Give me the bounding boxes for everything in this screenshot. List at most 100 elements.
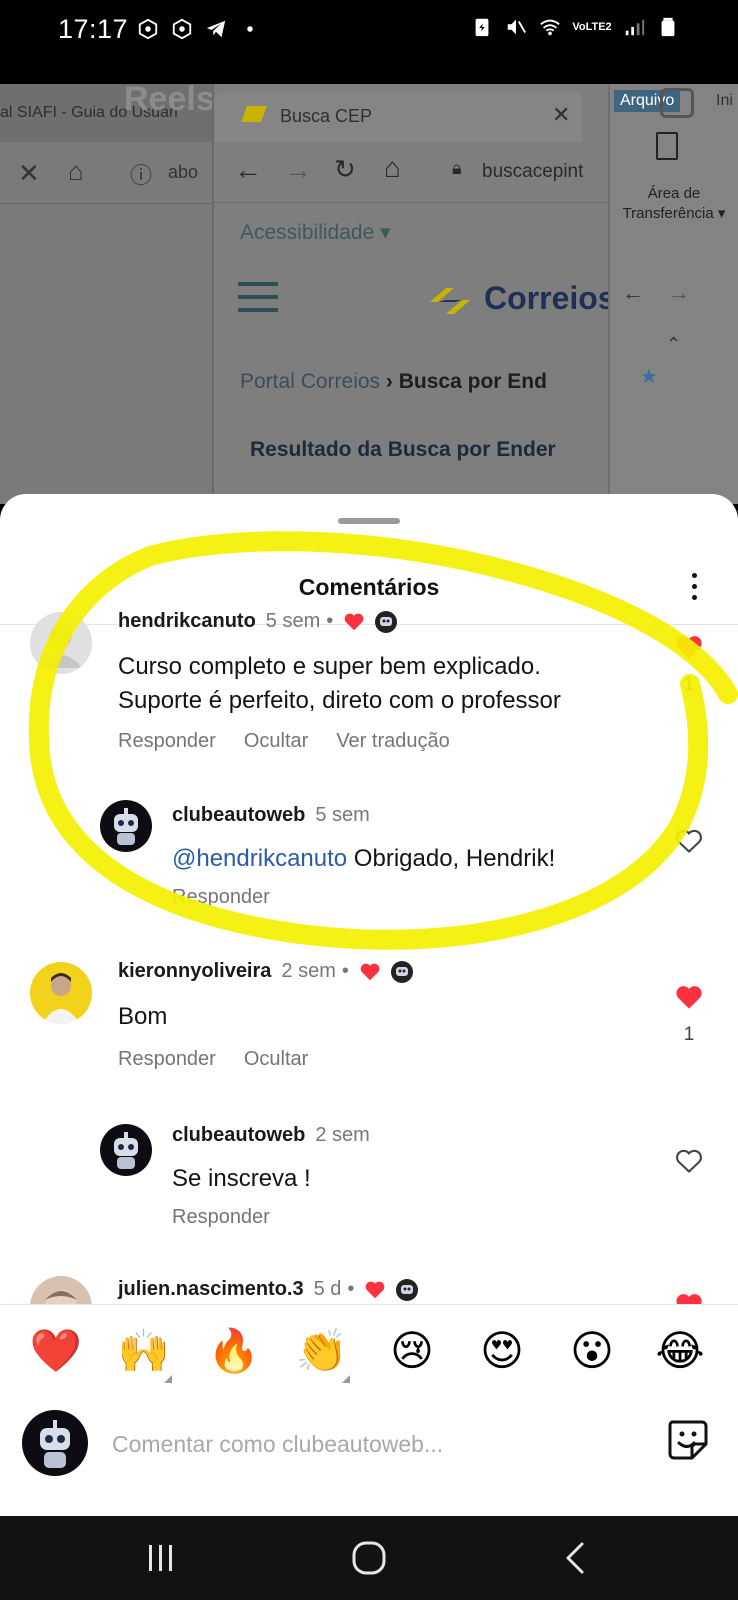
bg-left-url: abo <box>168 162 199 182</box>
comment-username[interactable]: kieronnyoliveira <box>118 960 271 983</box>
separator-dot: • <box>326 610 334 632</box>
comment-header: julien.nascimento.3 5 d • <box>118 1278 419 1301</box>
emoji-clapping-button[interactable]: 👏 <box>292 1321 352 1383</box>
info-icon: ⓘ <box>130 163 153 188</box>
reply-username[interactable]: clubeautoweb <box>172 1124 305 1147</box>
status-left-icons <box>136 16 262 42</box>
bg-reels-text: Reels <box>124 84 215 118</box>
bg-logo-text: Correios <box>484 280 616 316</box>
like-count: 1 <box>683 1024 695 1045</box>
mention-link[interactable]: @hendrikcanuto <box>172 845 347 872</box>
like-button[interactable] <box>674 828 704 854</box>
battery-icon <box>656 14 680 40</box>
battery-saver-icon <box>470 14 494 40</box>
bg-browser-window: Busca CEP ✕ ← → ↻ ⌂ 🔒︎ buscacepint Acess… <box>212 84 616 504</box>
signal-icon <box>622 14 646 40</box>
comments-sheet: Comentários hendrikcanuto 5 sem • Curso … <box>0 494 738 1516</box>
reply-button[interactable]: Responder <box>172 1206 270 1229</box>
emoji-crying-button[interactable]: 😢 <box>382 1321 442 1381</box>
emoji-reaction-bar: ❤️ 🙌 🔥 👏 😢 😍 😮 😂 <box>0 1304 738 1396</box>
reload-icon: ↻ <box>334 154 356 184</box>
hide-button[interactable]: Ocultar <box>244 730 308 753</box>
mute-icon <box>504 14 528 40</box>
volte-lte2-icon: VoLTE2 <box>572 20 612 33</box>
reply-actions: Responder <box>172 1206 270 1229</box>
comment-text-line: Curso completo e super bem explicado. <box>118 653 541 680</box>
forward-icon: → <box>668 280 690 305</box>
emoji-tears-of-joy-button[interactable]: 😂 <box>650 1321 710 1381</box>
reply-text: Se inscreva ! <box>172 1165 311 1192</box>
reply-username[interactable]: clubeautoweb <box>172 804 305 827</box>
emoji-heart-eyes-button[interactable]: 😍 <box>472 1321 532 1381</box>
home-icon: ⌂ <box>68 156 84 186</box>
app-notification-icon <box>170 16 194 42</box>
comment-text-line: Suporte é perfeito, direto com o profess… <box>118 687 561 714</box>
dot-icon <box>238 16 262 42</box>
forward-icon: → <box>284 154 312 185</box>
comment-time: 2 sem <box>281 960 336 982</box>
chevron-up-icon: ⌃ <box>666 334 682 354</box>
bg-tab-title: Busca CEP <box>280 106 373 126</box>
comment-username[interactable]: hendrikcanuto <box>118 610 256 633</box>
like-button[interactable]: 1 <box>674 634 704 696</box>
clipboard-icon <box>656 132 678 160</box>
emoji-heart-button[interactable]: ❤️ <box>26 1321 86 1381</box>
back-icon: ← <box>234 154 262 185</box>
avatar <box>22 1410 88 1476</box>
like-button[interactable] <box>674 1148 704 1174</box>
back-button[interactable] <box>550 1536 600 1580</box>
camera-icon <box>660 88 694 118</box>
star-icon: ★ <box>640 366 658 388</box>
emoji-raising-hands-button[interactable]: 🙌 <box>114 1321 174 1383</box>
comment-text: Curso completo e super bem explicado. Su… <box>118 650 561 718</box>
comment-actions: Responder Ocultar <box>118 1048 308 1071</box>
reply-button[interactable]: Responder <box>118 1048 216 1071</box>
reply-button[interactable]: Responder <box>172 886 270 909</box>
home-button[interactable] <box>344 1536 394 1580</box>
emoji-surprised-button[interactable]: 😮 <box>562 1321 622 1381</box>
status-bar: 17:17 VoLTE2 <box>0 0 738 84</box>
bg-left-window: al SIAFI - Guia do Usuári ✕ ⌂ ⓘ abo <box>0 84 212 504</box>
comment-username[interactable]: julien.nascimento.3 <box>118 1278 304 1301</box>
bg-browser-tab: Busca CEP ✕ <box>214 92 582 142</box>
creator-avatar-icon <box>375 610 398 633</box>
comment-header: kieronnyoliveira 2 sem • <box>118 960 413 983</box>
comment-input[interactable] <box>112 1424 632 1464</box>
avatar[interactable] <box>100 800 152 852</box>
more-options-icon[interactable] <box>680 566 708 606</box>
home-icon <box>352 1541 386 1575</box>
reply-text: @hendrikcanuto Obrigado, Hendrik! <box>172 842 555 876</box>
recent-apps-icon <box>149 1545 172 1571</box>
recent-apps-button[interactable] <box>136 1536 186 1580</box>
home-icon: ⌂ <box>384 152 401 183</box>
lock-icon: 🔒︎ <box>452 158 462 178</box>
bg-right-tab-2: Ini <box>716 92 733 109</box>
creator-liked-heart-icon <box>360 963 380 980</box>
see-translation-button[interactable]: Ver tradução <box>336 730 449 753</box>
avatar[interactable] <box>30 612 92 674</box>
reply-button[interactable]: Responder <box>118 730 216 753</box>
system-nav-bar <box>0 1516 738 1600</box>
status-right-icons: VoLTE2 <box>470 14 680 40</box>
heart-filled-icon <box>676 986 702 1009</box>
avatar[interactable] <box>100 1124 152 1176</box>
sticker-icon[interactable] <box>664 1416 710 1462</box>
wifi-icon <box>538 14 562 40</box>
reply-header: clubeautoweb 5 sem <box>172 804 370 827</box>
back-icon: ← <box>622 280 644 305</box>
close-icon: ✕ <box>552 102 571 127</box>
back-icon <box>566 1542 584 1574</box>
background-screenshot: al SIAFI - Guia do Usuári ✕ ⌂ ⓘ abo Reel… <box>0 84 738 504</box>
creator-liked-heart-icon <box>344 613 364 630</box>
comment-time: 5 sem <box>265 610 321 632</box>
comment-composer <box>0 1396 738 1516</box>
bg-explorer-window: Arquivo Ini Área de Transferência ▾ ← → … <box>608 84 738 504</box>
reply-text-body: Obrigado, Hendrik! <box>347 845 556 872</box>
avatar[interactable] <box>30 962 92 1024</box>
drag-handle[interactable] <box>338 518 400 524</box>
hide-button[interactable]: Ocultar <box>244 1048 308 1071</box>
like-button[interactable]: 1 <box>674 984 704 1046</box>
reply-header: clubeautoweb 2 sem <box>172 1124 370 1147</box>
emoji-fire-button[interactable]: 🔥 <box>204 1321 264 1381</box>
like-count: 1 <box>683 674 695 695</box>
